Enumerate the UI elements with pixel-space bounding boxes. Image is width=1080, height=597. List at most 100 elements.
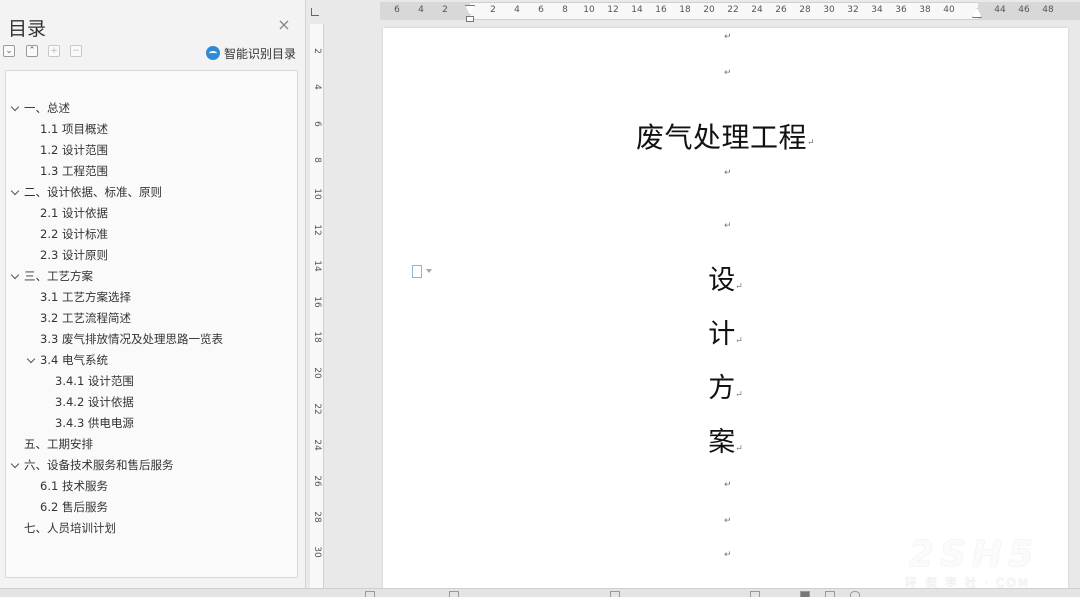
ruler-tick: 22 <box>312 403 322 415</box>
promote-level-icon[interactable]: + <box>48 45 60 57</box>
watermark-site: 环 保 学 社 · COM <box>905 576 1031 590</box>
toc-item-3[interactable]: 三、工艺方案 <box>24 266 93 286</box>
ruler-tick: 20 <box>703 5 715 15</box>
toc-item-6-1[interactable]: 6.1 技术服务 <box>40 476 108 496</box>
ruler-tick: 2 <box>442 5 448 15</box>
view-icon[interactable] <box>365 591 375 597</box>
right-indent-marker[interactable] <box>972 8 982 20</box>
document-title[interactable]: 废气处理工程↵ <box>383 116 1068 156</box>
left-indent-icon[interactable] <box>466 16 474 22</box>
toc-item-3-4-2[interactable]: 3.4.2 设计依据 <box>55 392 134 412</box>
toc-item-3-3[interactable]: 3.3 废气排放情况及处理思路一览表 <box>40 329 223 349</box>
ruler-tick: 8 <box>562 5 568 15</box>
toc-item-2[interactable]: 二、设计依据、标准、原则 <box>24 182 162 202</box>
document-page[interactable]: ↵ ↵ 废气处理工程↵ ↵ ↵ 设↵ 计↵ 方↵ 案↵ ↵ ↵ ↵ <box>383 28 1068 588</box>
vertical-ruler[interactable]: 2 4 6 8 10 12 14 16 18 20 22 24 26 28 30 <box>310 24 324 597</box>
site-watermark: 2SH5 环 保 学 社 · COM <box>905 534 1075 592</box>
paragraph-mark: ↵ <box>724 221 732 231</box>
paragraph-mark: ↵ <box>724 68 732 78</box>
ruler-tick: 12 <box>607 5 619 15</box>
ruler-tick: 22 <box>727 5 739 15</box>
ruler-tick: 10 <box>312 188 322 200</box>
ruler-tick: 40 <box>943 5 955 15</box>
demote-level-icon[interactable]: − <box>70 45 82 57</box>
vertical-title-char[interactable]: 方↵ <box>383 366 1068 405</box>
toc-item-5[interactable]: 五、工期安排 <box>24 434 93 454</box>
paragraph-mark: ↵ <box>724 32 732 42</box>
view-icon[interactable] <box>610 591 620 597</box>
close-icon[interactable]: × <box>276 17 292 33</box>
paragraph-mark: ↵ <box>724 550 732 560</box>
smart-toc-icon <box>206 46 220 60</box>
ruler-tick: 6 <box>312 121 322 127</box>
ruler-tick: 12 <box>312 224 322 236</box>
chevron-down-icon[interactable] <box>9 182 21 202</box>
ruler-tick: 4 <box>514 5 520 15</box>
ruler-tick: 24 <box>312 439 322 451</box>
toc-item-6[interactable]: 六、设备技术服务和售后服务 <box>24 455 174 475</box>
ruler-tick: 44 <box>994 5 1006 15</box>
ruler-tick: 28 <box>312 511 322 523</box>
toc-item-3-4-3[interactable]: 3.4.3 供电电源 <box>55 413 134 433</box>
ruler-tick: 30 <box>312 546 322 558</box>
expand-all-icon[interactable]: ⌃ <box>26 45 38 57</box>
ruler-tick: 38 <box>919 5 931 15</box>
ruler-tick: 2 <box>490 5 496 15</box>
toc-item-3-2[interactable]: 3.2 工艺流程简述 <box>40 308 131 328</box>
ruler-tick: 2 <box>312 48 322 54</box>
tab-selector-icon[interactable] <box>311 8 319 16</box>
globe-icon[interactable] <box>850 591 860 597</box>
chevron-down-icon[interactable] <box>25 350 37 370</box>
toc-item-1-3[interactable]: 1.3 工程范围 <box>40 161 108 181</box>
toc-title: 目录 <box>8 18 47 40</box>
collapse-all-icon[interactable]: ⌄ <box>3 45 15 57</box>
view-icon[interactable] <box>750 591 760 597</box>
right-indent-icon[interactable] <box>972 8 982 18</box>
smart-toc-label: 智能识别目录 <box>224 46 297 61</box>
toc-item-3-4-1[interactable]: 3.4.1 设计范围 <box>55 371 134 391</box>
vertical-title-char[interactable]: 设↵ <box>383 258 1068 297</box>
toc-item-2-1[interactable]: 2.1 设计依据 <box>40 203 108 223</box>
toc-item-3-4[interactable]: 3.4 电气系统 <box>40 350 108 370</box>
ruler-tick: 32 <box>847 5 859 15</box>
view-icon[interactable] <box>449 591 459 597</box>
indent-marker[interactable] <box>465 3 475 23</box>
chevron-down-icon[interactable] <box>9 455 21 475</box>
paragraph-mark: ↵ <box>724 516 732 526</box>
ruler-tick: 34 <box>871 5 883 15</box>
ruler-tick: 24 <box>751 5 763 15</box>
toc-item-7[interactable]: 七、人员培训计划 <box>24 518 116 538</box>
chevron-down-icon[interactable] <box>9 266 21 286</box>
ruler-tick: 4 <box>418 5 424 15</box>
toc-item-1[interactable]: 一、总述 <box>24 98 70 118</box>
ruler-tick: 10 <box>583 5 595 15</box>
chevron-down-icon[interactable] <box>9 98 21 118</box>
toc-item-1-2[interactable]: 1.2 设计范围 <box>40 140 108 160</box>
ruler-tick: 14 <box>631 5 643 15</box>
ruler-tick: 16 <box>312 296 322 308</box>
page-view-icon[interactable] <box>800 591 810 597</box>
ruler-tick: 28 <box>799 5 811 15</box>
view-icon[interactable] <box>825 591 835 597</box>
watermark-logo: 2SH5 <box>909 534 1040 575</box>
first-line-indent-icon[interactable] <box>465 5 475 15</box>
toc-item-3-1[interactable]: 3.1 工艺方案选择 <box>40 287 131 307</box>
ruler-tick: 20 <box>312 367 322 379</box>
toc-item-1-1[interactable]: 1.1 项目概述 <box>40 119 108 139</box>
paragraph-mark: ↵ <box>724 480 732 490</box>
smart-toc-button[interactable]: 智能识别目录 <box>206 45 296 61</box>
ruler-tick: 8 <box>312 157 322 163</box>
ruler-tick: 26 <box>775 5 787 15</box>
toc-item-6-2[interactable]: 6.2 售后服务 <box>40 497 108 517</box>
toc-sidebar: 目录 × ⌄ ⌃ + − 智能识别目录 一、总述 1.1 项目概述 1.2 设计… <box>0 0 306 597</box>
ruler-tick: 18 <box>312 331 322 343</box>
ruler-tick: 14 <box>312 260 322 272</box>
paragraph-mark: ↵ <box>724 168 732 178</box>
ruler-tick: 30 <box>823 5 835 15</box>
ruler-tick: 26 <box>312 475 322 487</box>
ruler-tick: 6 <box>538 5 544 15</box>
vertical-title-char[interactable]: 案↵ <box>383 420 1068 459</box>
toc-item-2-2[interactable]: 2.2 设计标准 <box>40 224 108 244</box>
vertical-title-char[interactable]: 计↵ <box>383 312 1068 351</box>
toc-item-2-3[interactable]: 2.3 设计原则 <box>40 245 108 265</box>
